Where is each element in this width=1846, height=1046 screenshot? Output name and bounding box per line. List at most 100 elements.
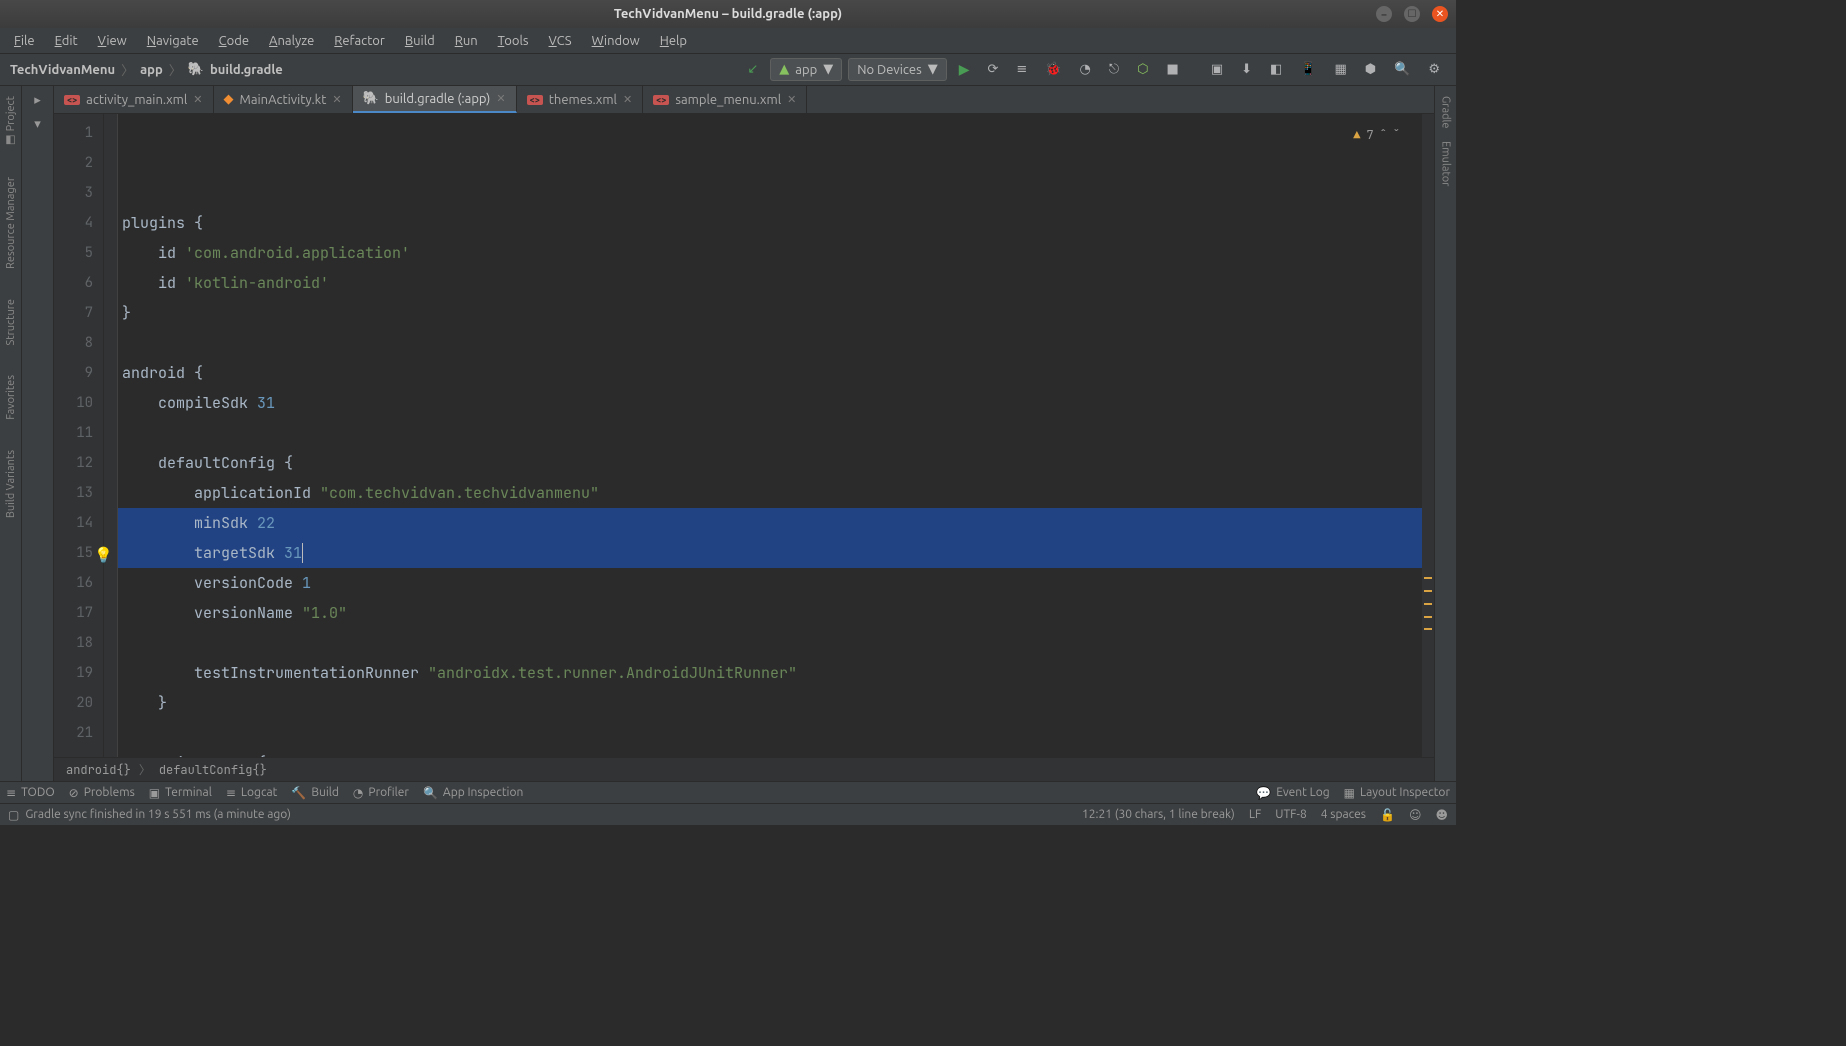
code-line[interactable]: id 'kotlin-android'	[118, 268, 1422, 298]
close-icon[interactable]: ✕	[787, 93, 796, 106]
line-ending[interactable]: LF	[1249, 808, 1261, 821]
code-line[interactable]	[118, 418, 1422, 448]
toolwindow-terminal[interactable]: ▣Terminal	[149, 786, 212, 800]
tab-activity-main-xml[interactable]: <>activity_main.xml✕	[54, 86, 214, 113]
right-strip-gradle[interactable]: Gradle	[1440, 90, 1452, 135]
attach-debugger-icon[interactable]: ⎋	[1103, 59, 1125, 80]
tab-sample-menu-xml[interactable]: <>sample_menu.xml✕	[643, 86, 807, 113]
profile-icon[interactable]: ◔	[1074, 59, 1097, 80]
window-close-button[interactable]: ✕	[1432, 6, 1448, 22]
menu-build[interactable]: Build	[397, 31, 443, 51]
code-line[interactable]: testInstrumentationRunner "androidx.test…	[118, 658, 1422, 688]
left-strip-structure[interactable]: Structure	[5, 293, 17, 352]
toolwindow-profiler[interactable]: ◔Profiler	[353, 786, 409, 800]
code-line[interactable]: compileSdk 31	[118, 388, 1422, 418]
run-button[interactable]: ▶	[953, 58, 976, 81]
code-area[interactable]: ▲ 7 ˆ ˇ plugins { id 'com.android.applic…	[118, 114, 1422, 757]
code-line[interactable]: 💡 targetSdk 31	[118, 538, 1422, 568]
breadcrumb-module[interactable]: app	[140, 63, 163, 77]
menu-run[interactable]: Run	[447, 31, 486, 51]
breadcrumb-root[interactable]: TechVidvanMenu	[10, 63, 115, 77]
code-line[interactable]: defaultConfig {	[118, 448, 1422, 478]
toolwindow-layout-inspector[interactable]: ▦Layout Inspector	[1344, 786, 1450, 800]
toolwindow-todo[interactable]: ≡TODO	[6, 786, 55, 800]
settings-icon[interactable]: ⚙	[1422, 59, 1446, 80]
status-icon[interactable]: ▢	[8, 808, 19, 822]
memory-icon[interactable]: ☺	[1409, 808, 1422, 822]
close-icon[interactable]: ✕	[496, 92, 505, 105]
left-strip-resource-manager[interactable]: Resource Manager	[5, 171, 17, 275]
code-line[interactable]: applicationId "com.techvidvan.techvidvan…	[118, 478, 1422, 508]
tab-build-gradle-app-[interactable]: 🐘build.gradle (:app)✕	[353, 86, 517, 113]
breadcrumb-file[interactable]: build.gradle	[210, 63, 283, 77]
toolwindow-logcat[interactable]: ≡Logcat	[226, 786, 278, 800]
code-line[interactable]: plugins {	[118, 208, 1422, 238]
toolwindow-event-log[interactable]: 💬Event Log	[1256, 786, 1329, 800]
ide-status-icon[interactable]: ☻	[1435, 808, 1448, 822]
debug-icon[interactable]: 🐞	[1039, 59, 1067, 80]
sdk-manager-icon[interactable]: ⬇	[1235, 59, 1258, 80]
crumb-item[interactable]: android{}	[66, 762, 131, 778]
right-strip-emulator[interactable]: Emulator	[1440, 135, 1452, 192]
window-minimize-button[interactable]: –	[1376, 6, 1392, 22]
menu-edit[interactable]: Edit	[47, 31, 86, 51]
left-strip-project[interactable]: ◨ Project	[4, 90, 17, 153]
expand-icon[interactable]: ▸	[30, 92, 46, 108]
code-line[interactable]: versionCode 1	[118, 568, 1422, 598]
code-line[interactable]	[118, 718, 1422, 748]
device-selector[interactable]: No Devices ▼	[848, 58, 947, 81]
layout-inspector-icon[interactable]: ▦	[1329, 59, 1353, 80]
intention-bulb-icon[interactable]: 💡	[94, 540, 113, 570]
close-icon[interactable]: ✕	[193, 93, 202, 106]
up-icon[interactable]: ˆ	[1380, 120, 1387, 150]
app-inspection-icon[interactable]: ⬢	[1359, 59, 1382, 80]
android-bug-icon[interactable]: ⬡	[1131, 59, 1154, 80]
menu-vcs[interactable]: VCS	[541, 31, 580, 51]
menu-navigate[interactable]: Navigate	[139, 31, 207, 51]
menu-help[interactable]: Help	[652, 31, 695, 51]
menu-window[interactable]: Window	[584, 31, 648, 51]
left-strip-build-variants[interactable]: Build Variants	[5, 444, 17, 524]
code-line[interactable]: android {	[118, 358, 1422, 388]
stop-icon[interactable]: ■	[1161, 59, 1185, 80]
code-line[interactable]: buildTypes {	[118, 748, 1422, 757]
code-line[interactable]: minSdk 22	[118, 508, 1422, 538]
readonly-icon[interactable]: 🔓	[1380, 808, 1395, 822]
device-manager-icon[interactable]: 📱	[1294, 59, 1322, 80]
down-icon[interactable]: ˇ	[1393, 120, 1400, 150]
search-icon[interactable]: 🔍	[1388, 59, 1416, 80]
apply-changes-icon[interactable]: ⟳	[982, 59, 1005, 80]
code-line[interactable]	[118, 328, 1422, 358]
tab-mainactivity-kt[interactable]: ◆MainActivity.kt✕	[214, 86, 353, 113]
collapse-icon[interactable]: ▾	[30, 116, 46, 132]
code-line[interactable]: }	[118, 688, 1422, 718]
encoding[interactable]: UTF-8	[1275, 808, 1306, 821]
menu-code[interactable]: Code	[211, 31, 257, 51]
coverage-icon[interactable]: ≡	[1010, 59, 1033, 80]
menu-analyze[interactable]: Analyze	[261, 31, 322, 51]
close-icon[interactable]: ✕	[332, 93, 341, 106]
toolwindow-build[interactable]: 🔨Build	[291, 786, 339, 800]
code-line[interactable]: }	[118, 298, 1422, 328]
resource-manager-icon[interactable]: ◧	[1264, 59, 1288, 80]
code-line[interactable]	[118, 628, 1422, 658]
menu-file[interactable]: File	[6, 31, 43, 51]
code-line[interactable]: versionName "1.0"	[118, 598, 1422, 628]
tab-themes-xml[interactable]: <>themes.xml✕	[517, 86, 644, 113]
menu-tools[interactable]: Tools	[490, 31, 537, 51]
inspection-widget[interactable]: ▲ 7 ˆ ˇ	[1353, 120, 1400, 150]
toolwindow-problems[interactable]: ⊘Problems	[69, 786, 135, 800]
sync-icon[interactable]: ↙	[741, 59, 764, 80]
left-strip-favorites[interactable]: Favorites	[5, 369, 17, 426]
code-editor[interactable]: 123456789101112131415161718192021 ▲ 7 ˆ …	[54, 114, 1434, 757]
window-maximize-button[interactable]: ☐	[1404, 6, 1420, 22]
run-config-selector[interactable]: ▲ app ▼	[770, 58, 842, 81]
close-icon[interactable]: ✕	[623, 93, 632, 106]
code-line[interactable]: id 'com.android.application'	[118, 238, 1422, 268]
avd-manager-icon[interactable]: ▣	[1205, 59, 1229, 80]
menu-refactor[interactable]: Refactor	[326, 31, 393, 51]
indent-setting[interactable]: 4 spaces	[1321, 808, 1366, 821]
caret-position[interactable]: 12:21 (30 chars, 1 line break)	[1082, 808, 1235, 821]
toolwindow-app-inspection[interactable]: 🔍App Inspection	[423, 786, 523, 800]
crumb-item[interactable]: defaultConfig{}	[159, 762, 267, 778]
